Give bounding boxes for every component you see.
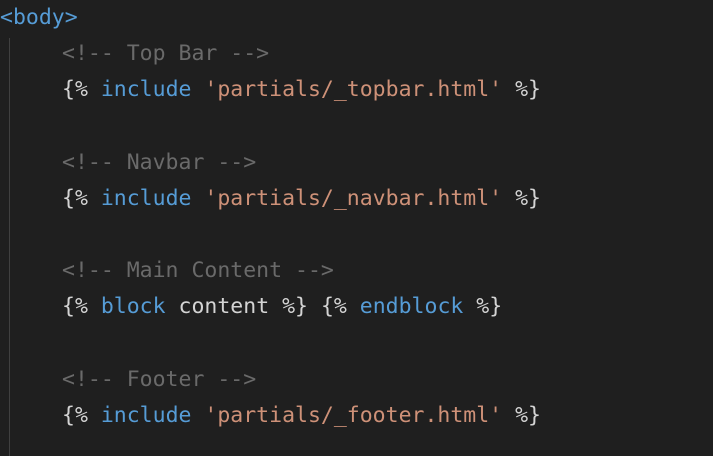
endblock-keyword: endblock [359,294,464,319]
comment-navbar: <!-- Navbar --> [62,150,257,175]
tag-close: %} [515,186,541,211]
tag-close: %} [515,77,541,102]
code-editor[interactable]: <body> <!-- Top Bar --> {% include 'part… [0,0,713,456]
code-line-body: <body> [0,0,78,36]
comment-main-content: <!-- Main Content --> [62,258,334,283]
tag-close: %} [476,294,503,319]
comment-topbar: <!-- Top Bar --> [62,41,270,66]
include-keyword: include [100,77,192,102]
code-line-comment-footer: <!-- Footer --> [0,362,256,398]
code-line-comment-topbar: <!-- Top Bar --> [0,36,269,72]
code-line-include-footer: {% include 'partials/_footer.html' %} [0,398,541,434]
code-line-comment-main: <!-- Main Content --> [0,253,334,289]
block-keyword: block [100,294,166,319]
topbar-path: 'partials/_topbar.html' [204,77,503,102]
code-line-comment-navbar: <!-- Navbar --> [0,145,256,181]
tag-open: {% [62,403,88,428]
body-tag: <body> [0,5,78,30]
include-keyword: include [100,403,192,428]
comment-footer: <!-- Footer --> [62,367,257,392]
code-line-include-navbar: {% include 'partials/_navbar.html' %} [0,181,541,217]
footer-path: 'partials/_footer.html' [204,403,503,428]
code-line-include-topbar: {% include 'partials/_topbar.html' %} [0,72,541,108]
tag-close: %} [282,294,308,319]
tag-close: %} [515,403,541,428]
tag-open: {% [62,186,88,211]
tag-open: {% [320,294,347,319]
navbar-path: 'partials/_navbar.html' [204,186,503,211]
tag-open: {% [62,77,88,102]
tag-open: {% [62,294,88,319]
include-keyword: include [100,186,192,211]
block-name: content [178,294,270,319]
code-line-block-content: {% block content %} {% endblock %} [0,289,502,325]
